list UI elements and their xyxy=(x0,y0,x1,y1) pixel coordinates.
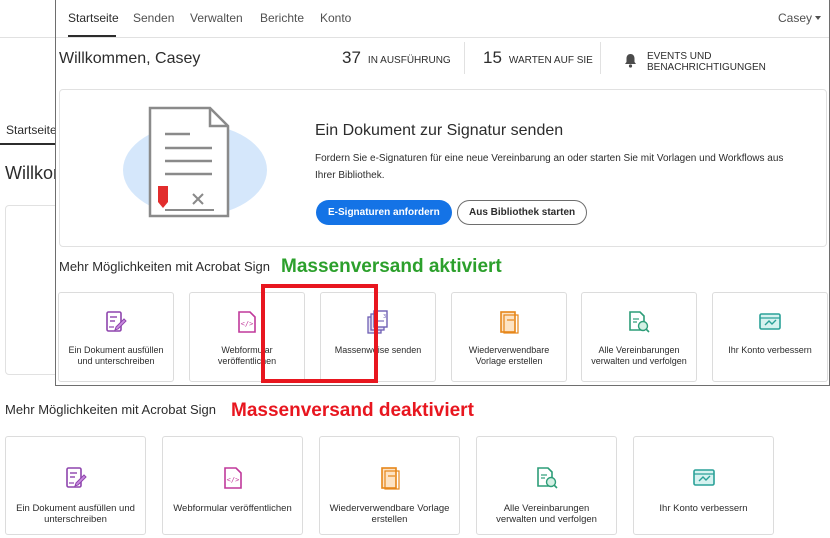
tile-label: Alle Vereinbarungen verwalten und verfol… xyxy=(591,345,687,366)
manage-agreements-icon xyxy=(535,465,559,491)
bg-tile-web-form[interactable]: </> Webformular veröffentlichen xyxy=(162,436,303,535)
bg-tile-label: Ein Dokument ausfüllen und unterschreibe… xyxy=(16,503,135,525)
web-form-icon: </> xyxy=(222,465,244,491)
hero-title: Ein Dokument zur Signatur senden xyxy=(315,122,564,139)
tab-verwalten[interactable]: Verwalten xyxy=(190,11,243,25)
tile-label: Wiederverwendbare Vorlage erstellen xyxy=(468,345,550,366)
bg-tile-label: Alle Vereinbarungen verwalten und verfol… xyxy=(496,503,597,525)
user-menu[interactable]: Casey xyxy=(778,11,821,25)
svg-text:</>: </> xyxy=(226,476,239,484)
bg-tile-label: Wiederverwendbare Vorlage erstellen xyxy=(329,503,450,525)
annotation-bulk-send-enabled: Massenversand aktiviert xyxy=(281,256,502,277)
bg-tile-label: Webformular veröffentlichen xyxy=(173,503,292,514)
events-notifications-link[interactable]: EVENTS UND BENACHRICHTIGUNGEN xyxy=(624,51,829,73)
upgrade-account-icon xyxy=(758,309,782,335)
tile-manage-agreements[interactable]: Alle Vereinbarungen verwalten und verfol… xyxy=(581,292,697,382)
more-options-heading: Mehr Möglichkeiten mit Acrobat Sign xyxy=(59,259,270,274)
template-icon xyxy=(498,309,520,335)
upgrade-account-icon xyxy=(692,465,716,491)
tab-berichte[interactable]: Berichte xyxy=(260,11,304,25)
tile-upgrade-account[interactable]: Ihr Konto verbessern xyxy=(712,292,828,382)
tile-bulk-send[interactable]: 3 Massenweise senden xyxy=(320,292,436,382)
bg-tile-label: Ihr Konto verbessern xyxy=(659,503,748,514)
template-icon xyxy=(379,465,401,491)
active-tab-indicator xyxy=(68,35,116,37)
notifications-label: EVENTS UND BENACHRICHTIGUNGEN xyxy=(647,51,766,73)
stat-count: 37 xyxy=(342,48,361,67)
bg-tile-manage-agreements[interactable]: Alle Vereinbarungen verwalten und verfol… xyxy=(476,436,617,535)
stat-divider xyxy=(600,42,601,74)
stat-label: WARTEN AUF SIE xyxy=(508,55,593,66)
tile-web-form[interactable]: </> Webformular veröffentlichen xyxy=(189,292,305,382)
background-active-tab-indicator xyxy=(0,143,56,145)
fill-sign-icon xyxy=(105,309,127,335)
user-name: Casey xyxy=(777,11,812,25)
start-from-library-button[interactable]: Aus Bibliothek starten xyxy=(457,200,588,225)
acrobat-sign-window: Startseite Senden Verwalten Berichte Kon… xyxy=(55,0,830,386)
stat-label: IN AUSFÜHRUNG xyxy=(367,55,451,66)
stat-count: 15 xyxy=(483,48,502,67)
tile-label: Ein Dokument ausfüllen und unterschreibe… xyxy=(68,345,164,366)
hero-description: Fordern Sie e-Signaturen für eine neue V… xyxy=(315,153,784,181)
welcome-heading: Willkommen, Casey xyxy=(59,50,201,67)
tile-fill-sign[interactable]: Ein Dokument ausfüllen und unterschreibe… xyxy=(58,292,174,382)
stat-in-progress[interactable]: 37 IN AUSFÜHRUNG xyxy=(342,48,451,68)
background-nav-divider xyxy=(0,37,56,38)
tab-senden[interactable]: Senden xyxy=(133,11,174,25)
tile-label: Massenweise senden xyxy=(334,345,422,355)
bell-icon xyxy=(624,53,637,71)
manage-agreements-icon xyxy=(627,309,651,335)
tile-label: Webformular veröffentlichen xyxy=(217,345,277,366)
tile-template[interactable]: Wiederverwendbare Vorlage erstellen xyxy=(451,292,567,382)
tile-label: Ihr Konto verbessern xyxy=(728,345,812,355)
bulk-send-icon: 3 xyxy=(366,309,390,335)
background-tab-startseite[interactable]: Startseite xyxy=(6,123,57,137)
tab-konto[interactable]: Konto xyxy=(320,11,351,25)
send-document-card: Ein Dokument zur Signatur senden Fordern… xyxy=(59,89,827,247)
stat-waiting-for-you[interactable]: 15 WARTEN AUF SIE xyxy=(483,48,593,68)
tab-startseite[interactable]: Startseite xyxy=(68,11,119,25)
background-more-heading: Mehr Möglichkeiten mit Acrobat Sign xyxy=(5,402,216,417)
bg-tile-template[interactable]: Wiederverwendbare Vorlage erstellen xyxy=(319,436,460,535)
bg-tile-upgrade-account[interactable]: Ihr Konto verbessern xyxy=(633,436,774,535)
bg-tile-fill-sign[interactable]: Ein Dokument ausfüllen und unterschreibe… xyxy=(5,436,146,535)
annotation-bulk-send-disabled: Massenversand deaktiviert xyxy=(231,400,474,421)
request-esignatures-button[interactable]: E-Signaturen anfordern xyxy=(316,200,452,225)
svg-text:</>: </> xyxy=(241,320,254,328)
svg-text:3: 3 xyxy=(383,314,386,320)
document-illustration xyxy=(110,104,270,227)
top-navigation: Startseite Senden Verwalten Berichte Kon… xyxy=(56,0,829,38)
web-form-icon: </> xyxy=(236,309,258,335)
chevron-down-icon xyxy=(815,16,821,20)
stat-divider xyxy=(464,42,465,74)
fill-sign-icon xyxy=(65,465,87,491)
